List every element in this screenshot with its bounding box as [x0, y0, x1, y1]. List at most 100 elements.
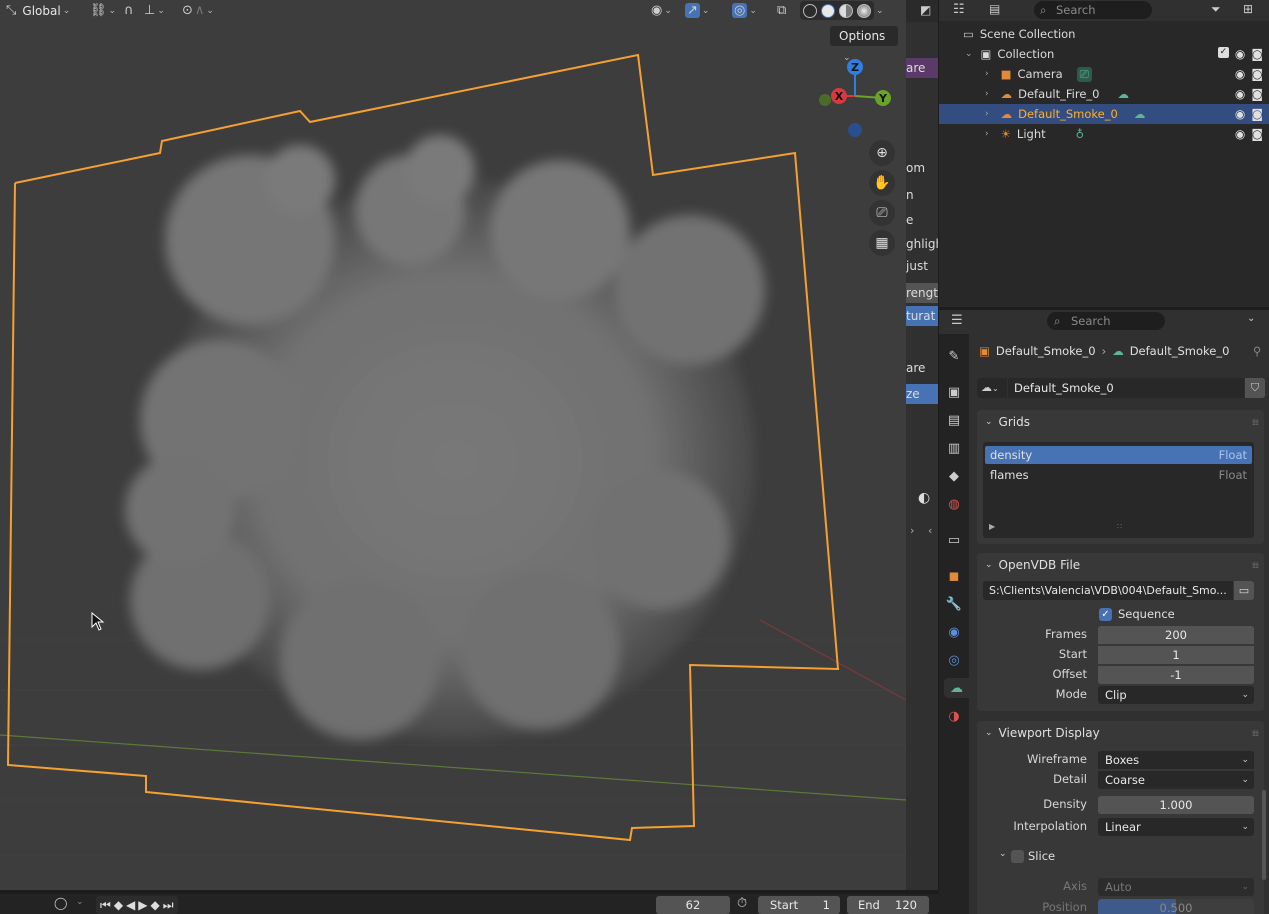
interpolation-dropdown[interactable]: Linear ⌄: [1098, 818, 1254, 836]
eye-icon[interactable]: ◉: [1235, 107, 1245, 121]
wireframe-shading-icon[interactable]: [803, 3, 817, 18]
chevron-right-icon[interactable]: ›: [985, 109, 989, 119]
current-frame-field[interactable]: 62: [656, 896, 730, 914]
proportional-edit-toggle[interactable]: ⊙ ∧ ⌄: [182, 1, 214, 20]
drag-grip-icon[interactable]: ⁞⁞⁞⁞: [1252, 729, 1259, 738]
options-button[interactable]: Options ⌄: [830, 26, 898, 63]
offset-field[interactable]: -1: [1098, 666, 1254, 684]
orientation-dropdown[interactable]: ⤡ Global ⌄: [6, 1, 70, 20]
filter-icon[interactable]: ⏷: [1211, 2, 1221, 17]
snap-toggle[interactable]: ∩: [124, 1, 134, 20]
eye-icon[interactable]: ◉: [1235, 67, 1245, 81]
pin-icon[interactable]: ⚲: [1253, 344, 1261, 358]
chevron-right-icon[interactable]: ›: [985, 89, 989, 99]
output-tab-icon[interactable]: ▤: [944, 410, 964, 430]
zoom-icon[interactable]: ⊕: [869, 140, 895, 166]
physics-tab-icon[interactable]: ◎: [944, 650, 964, 670]
chevron-down-icon[interactable]: ⌄: [965, 49, 973, 59]
camera-data-icon[interactable]: ⎚: [1076, 66, 1092, 82]
pivot-dropdown[interactable]: ⛓ ⌄: [90, 1, 116, 20]
slice-checkbox[interactable]: [1011, 850, 1024, 863]
outliner-editor-icon[interactable]: ☷: [953, 2, 965, 17]
next-keyframe-icon[interactable]: ◆: [151, 898, 160, 912]
outliner-search-input[interactable]: ⌕ Search: [1034, 1, 1152, 19]
object-tab-icon[interactable]: ◼: [944, 566, 964, 586]
camera-icon[interactable]: ◙: [1251, 47, 1263, 61]
density-field[interactable]: 1.000: [1098, 796, 1254, 814]
navigation-gizmo[interactable]: Z X Y: [815, 58, 895, 138]
new-collection-icon[interactable]: ⊞: [1243, 2, 1253, 16]
outliner-item-light[interactable]: › ☀ Light ♁ ◉ ◙: [939, 124, 1269, 144]
snap-target-dropdown[interactable]: ⊥ ⌄: [144, 1, 165, 20]
camera-view-icon[interactable]: ⎚: [869, 200, 895, 226]
display-mode-icon[interactable]: ▤: [989, 2, 1000, 16]
visibility-dropdown[interactable]: ◉ ⌄: [651, 1, 672, 20]
shading-sphere-icon[interactable]: ◐: [918, 490, 930, 506]
viewport-canvas[interactable]: [0, 0, 906, 890]
end-frame-field[interactable]: End 120: [847, 896, 929, 914]
chevron-left-icon[interactable]: ‹: [928, 524, 932, 537]
position-slider[interactable]: 0.500: [1098, 899, 1254, 914]
properties-editor-icon[interactable]: ☰: [951, 313, 963, 328]
chevron-down-icon[interactable]: ⌄: [1247, 313, 1255, 324]
eye-icon[interactable]: ◉: [1235, 47, 1245, 61]
xray-toggle[interactable]: ⧉: [777, 1, 786, 20]
chevron-down-icon[interactable]: ⌄: [876, 6, 884, 16]
volume-data-tab-icon[interactable]: ☁: [944, 678, 969, 698]
sequence-checkbox[interactable]: ✓: [1099, 608, 1112, 621]
light-data-icon[interactable]: ♁: [1076, 127, 1084, 141]
gizmo-toggle[interactable]: ↗ ⌄: [685, 1, 709, 20]
chevron-right-icon[interactable]: ›: [985, 69, 989, 79]
checkbox-icon[interactable]: ✓: [1217, 47, 1229, 58]
chevron-right-icon[interactable]: ›: [985, 129, 989, 139]
frames-field[interactable]: 200: [1098, 626, 1254, 644]
outliner-item-camera[interactable]: › ■ Camera ⎚ ◉ ◙: [939, 64, 1269, 84]
grid-perspective-icon[interactable]: ▦: [869, 230, 895, 256]
scene-tab-icon[interactable]: ◆: [944, 466, 964, 486]
tool-tab-icon[interactable]: ✎: [944, 346, 964, 366]
world-tab-icon[interactable]: ◍: [944, 494, 964, 514]
wireframe-dropdown[interactable]: Boxes ⌄: [1098, 751, 1254, 769]
solid-shading-icon[interactable]: [821, 3, 835, 18]
play-icon[interactable]: ▶: [138, 898, 147, 912]
drag-grip-icon[interactable]: ⁞⁞⁞⁞: [1252, 561, 1259, 570]
collection-row[interactable]: ⌄ ▣ Collection ✓ ◉ ◙: [939, 44, 1269, 64]
list-options-toggle-icon[interactable]: ▶: [989, 522, 995, 531]
properties-scrollbar[interactable]: [1262, 790, 1266, 880]
eye-icon[interactable]: ◉: [1235, 127, 1245, 141]
datablock-name-field[interactable]: Default_Smoke_0: [1008, 378, 1244, 398]
volume-data-icon[interactable]: ☁: [1134, 107, 1146, 121]
start-frame-field[interactable]: Start 1: [758, 896, 840, 914]
chevron-right-icon[interactable]: ›: [910, 524, 914, 537]
outliner-item-default-smoke[interactable]: › ☁ Default_Smoke_0 ☁ ◉ ◙: [939, 104, 1269, 124]
material-tab-icon[interactable]: ◑: [944, 706, 964, 726]
jump-end-icon[interactable]: ⏭: [163, 898, 174, 913]
eye-icon[interactable]: ◉: [1235, 87, 1245, 101]
outliner-item-default-fire[interactable]: › ☁ Default_Fire_0 ☁ ◉ ◙: [939, 84, 1269, 104]
camera-icon[interactable]: ◙: [1251, 67, 1263, 81]
render-tab-icon[interactable]: ▣: [944, 382, 964, 402]
prev-keyframe-icon[interactable]: ◆: [114, 898, 123, 912]
openvdb-panel-header[interactable]: ⌄ OpenVDB File: [977, 553, 1264, 577]
rendered-shading-icon[interactable]: [857, 3, 871, 18]
camera-icon[interactable]: ◙: [1251, 127, 1263, 141]
drag-grip-icon[interactable]: ⁞⁞⁞⁞: [1252, 418, 1259, 427]
camera-icon[interactable]: ◙: [1251, 87, 1263, 101]
list-item[interactable]: density Float: [985, 446, 1252, 464]
properties-search-input[interactable]: ⌕ Search: [1047, 312, 1165, 330]
stopwatch-icon[interactable]: ⏱: [737, 896, 747, 911]
datablock-browse-button[interactable]: ☁⌄: [977, 378, 1007, 398]
play-reverse-icon[interactable]: ◀: [126, 898, 135, 912]
3d-viewport[interactable]: ⤡ Global ⌄ ⛓ ⌄ ∩ ⊥ ⌄ ⊙ ∧ ⌄ ◉ ⌄ ↗ ⌄ ◎ ⌄ ⧉…: [0, 0, 906, 890]
camera-icon[interactable]: ◙: [1251, 107, 1263, 121]
grids-panel-header[interactable]: ⌄ Grids: [977, 410, 1264, 434]
chevron-down-icon[interactable]: ⌄: [76, 897, 84, 907]
particles-tab-icon[interactable]: ◉: [944, 622, 964, 642]
scene-collection-row[interactable]: ▭ Scene Collection: [939, 24, 1269, 44]
list-item[interactable]: flames Float: [985, 466, 1252, 484]
hand-pan-icon[interactable]: ✋: [869, 170, 895, 196]
modifier-wrench-icon[interactable]: 🔧: [944, 594, 964, 614]
filepath-field[interactable]: S:\Clients\Valencia\VDB\004\Default_Smo.…: [983, 581, 1233, 600]
list-resize-grip-icon[interactable]: ∷: [1117, 522, 1122, 531]
editor-icon[interactable]: ◩: [920, 3, 931, 17]
